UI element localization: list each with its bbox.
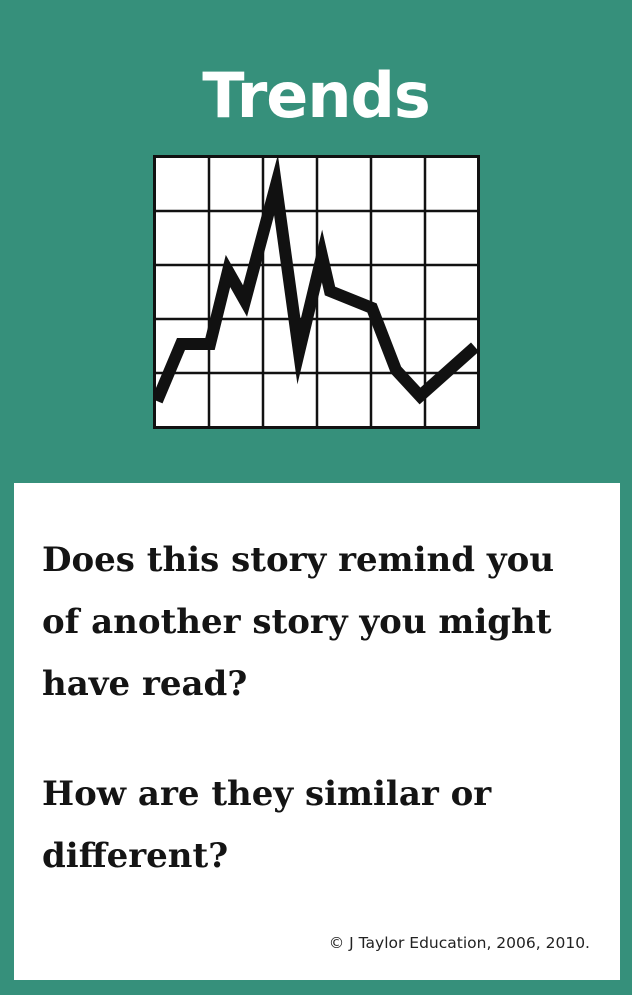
line-chart-icon — [151, 154, 480, 429]
question-text: Does this story remind you of another st… — [42, 540, 555, 704]
question-panel: Does this story remind you of another st… — [14, 483, 620, 980]
prompt-card: Trends Does this story remind you of ano… — [0, 0, 632, 995]
copyright-notice: © J Taylor Education, 2006, 2010. — [328, 934, 590, 952]
card-title: Trends — [202, 59, 431, 132]
question-text: How are they similar or different? — [42, 774, 492, 876]
